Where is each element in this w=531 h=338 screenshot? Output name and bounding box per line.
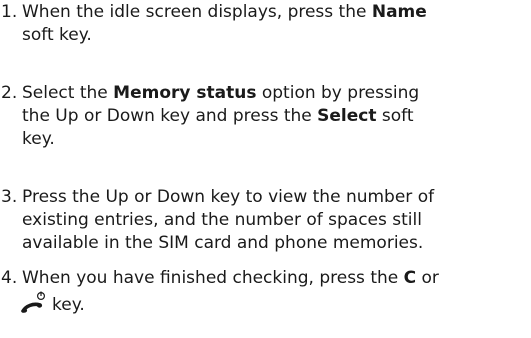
step-text: Press the Up or Down key to view the num…	[22, 186, 531, 255]
step-number: 3.	[1, 187, 18, 207]
step-text-part: key.	[22, 129, 55, 149]
step-text: Select the Memory status option by press…	[22, 82, 531, 151]
step-text-part: the Up or Down key and press the	[22, 106, 318, 126]
step-number: 1.	[1, 2, 18, 22]
step-text-part: or	[416, 268, 439, 288]
step-text-part: option by pressing	[256, 83, 420, 103]
step-text-part: soft key.	[22, 25, 92, 45]
name-key-label: Name	[371, 2, 427, 22]
step-text-part: key.	[52, 295, 85, 315]
memory-status-label: Memory status	[113, 83, 257, 103]
c-key-label: C	[403, 268, 417, 288]
step-text-part: existing entries, and the number of spac…	[22, 210, 422, 230]
step-number: 4.	[1, 268, 18, 288]
select-key-label: Select	[317, 106, 377, 126]
step-text-part: soft	[376, 106, 414, 126]
step-text-part: available in the SIM card and phone memo…	[22, 233, 424, 253]
step-text-part: When the idle screen displays, press the	[22, 2, 372, 22]
step-text-part: Select the	[22, 83, 114, 103]
end-call-power-key-icon	[21, 291, 46, 313]
step-text-part: When you have finished checking, press t…	[22, 268, 404, 288]
instructions-page: 1. When the idle screen displays, press …	[0, 0, 531, 338]
step-number: 2.	[1, 83, 18, 103]
step-text: When the idle screen displays, press the…	[22, 1, 531, 47]
step-text: When you have finished checking, press t…	[21, 267, 531, 317]
step-text-part: Press the Up or Down key to view the num…	[22, 187, 435, 207]
